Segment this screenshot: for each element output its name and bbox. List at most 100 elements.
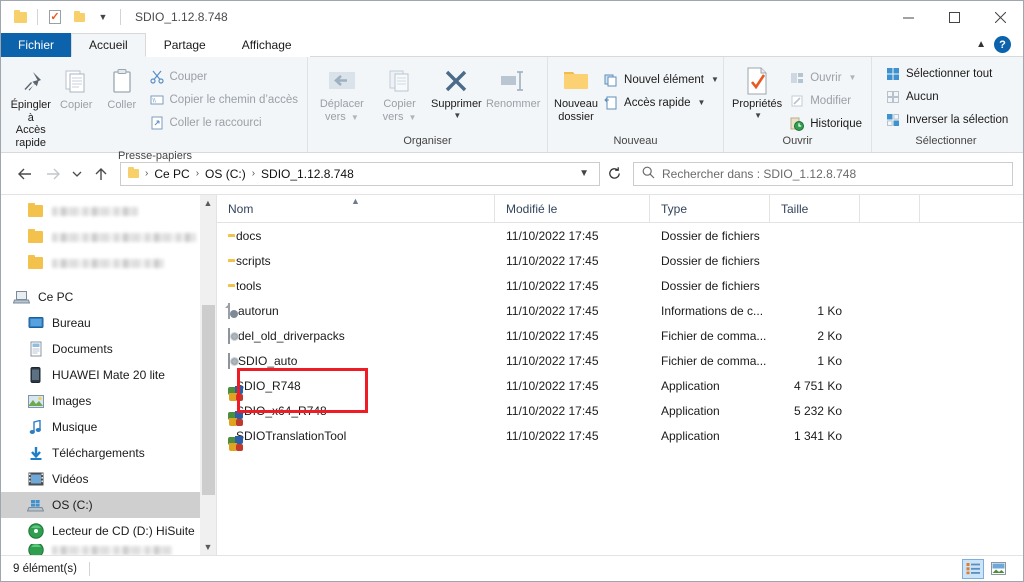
sidebar-item-blurred-2[interactable]: [1, 224, 216, 250]
move-to-button[interactable]: Déplacer vers ▼: [314, 61, 370, 123]
sidebar-item-blurred-3[interactable]: [1, 250, 216, 276]
chevron-up-icon[interactable]: ▲: [204, 195, 213, 211]
table-row[interactable]: del_old_driverpacks 11/10/2022 17:45 Fic…: [217, 323, 1023, 348]
chevron-down-icon[interactable]: ▼: [453, 111, 461, 120]
sidebar-item-blurred-1[interactable]: [1, 198, 216, 224]
table-row[interactable]: SDIO_x64_R748 11/10/2022 17:45 Applicati…: [217, 398, 1023, 426]
chevron-down-icon[interactable]: ▼: [698, 98, 706, 107]
chevron-down-icon[interactable]: ▼: [849, 73, 857, 82]
tab-fichier[interactable]: Fichier: [1, 33, 72, 57]
rename-button[interactable]: Renommer: [485, 61, 541, 111]
sidebar-item-bureau[interactable]: Bureau: [1, 310, 216, 336]
chevron-down-icon[interactable]: ▼: [92, 6, 114, 28]
table-row[interactable]: autorun 11/10/2022 17:45 Informations de…: [217, 298, 1023, 323]
refresh-button[interactable]: [600, 162, 628, 186]
explorer-window: ✓ ▼ SDIO_1.12.8.748 Fichier Accueil Part…: [0, 0, 1024, 582]
sidebar-item-lecteur-cd-d[interactable]: Lecteur de CD (D:) HiSuite: [1, 518, 216, 544]
easy-access-icon: [603, 95, 619, 111]
help-button[interactable]: ?: [994, 36, 1011, 53]
sidebar-item-huawei-mate-20-lite[interactable]: HUAWEI Mate 20 lite: [1, 362, 216, 388]
chevron-down-icon[interactable]: ▼: [579, 168, 595, 179]
system-menu-folder-icon[interactable]: [9, 6, 31, 28]
delete-button[interactable]: Supprimer ▼: [429, 61, 483, 120]
breadcrumb-current-folder[interactable]: SDIO_1.12.8.748: [258, 167, 357, 181]
sidebar-item-documents[interactable]: Documents: [1, 336, 216, 362]
large-icons-view-button[interactable]: [987, 559, 1009, 579]
file-name-cell[interactable]: scripts: [217, 254, 495, 268]
column-header-spacer[interactable]: [860, 194, 920, 223]
copy-button[interactable]: Copier: [55, 62, 99, 112]
drive-icon: [27, 497, 44, 513]
tab-accueil[interactable]: Accueil: [71, 33, 146, 57]
sidebar-item-ce-pc[interactable]: Ce PC: [1, 284, 216, 310]
chevron-up-icon[interactable]: ▲: [976, 39, 986, 50]
table-row[interactable]: SDIOTranslationTool 11/10/2022 17:45 App…: [217, 423, 1023, 451]
chevron-down-icon[interactable]: ▼: [711, 75, 719, 84]
tab-affichage[interactable]: Affichage: [223, 33, 310, 57]
column-header-nom[interactable]: ▲ Nom: [217, 194, 495, 223]
file-size-cell: 5 232 Ko: [793, 403, 842, 418]
search-input[interactable]: Rechercher dans : SDIO_1.12.8.748: [662, 167, 856, 181]
file-name-cell[interactable]: SDIOTranslationTool: [217, 429, 495, 451]
sidebar-item-images[interactable]: Images: [1, 388, 216, 414]
chevron-down-icon[interactable]: ▼: [204, 539, 213, 555]
open-button[interactable]: Ouvrir ▼: [786, 67, 865, 88]
invert-selection-button[interactable]: Inverser la sélection: [882, 109, 1011, 130]
breadcrumb-ce-pc[interactable]: Ce PC: [151, 167, 192, 181]
new-folder-icon[interactable]: [68, 6, 90, 28]
search-box[interactable]: Rechercher dans : SDIO_1.12.8.748: [633, 161, 1013, 186]
sidebar-item-musique[interactable]: Musique: [1, 414, 216, 440]
file-name-cell[interactable]: autorun: [217, 302, 495, 319]
window-controls: [885, 1, 1023, 33]
table-row[interactable]: tools 11/10/2022 17:45 Dossier de fichie…: [217, 273, 1023, 298]
select-none-button[interactable]: Aucun: [882, 86, 1011, 107]
edit-button[interactable]: Modifier: [786, 90, 865, 111]
breadcrumb-folder-icon[interactable]: [125, 167, 142, 178]
table-row[interactable]: SDIO_auto 11/10/2022 17:45 Fichier de co…: [217, 348, 1023, 373]
properties-icon[interactable]: ✓: [44, 6, 66, 28]
select-all-button[interactable]: Sélectionner tout: [882, 63, 1011, 84]
file-modified-cell: 11/10/2022 17:45: [506, 303, 599, 318]
divider: [88, 561, 90, 576]
table-row[interactable]: docs 11/10/2022 17:45 Dossier de fichier…: [217, 223, 1023, 248]
chevron-down-icon[interactable]: ▼: [754, 111, 762, 120]
pin-to-quick-access-button[interactable]: Épingler à Accès rapide: [9, 62, 53, 150]
properties-button[interactable]: Propriétés ▼: [730, 61, 784, 120]
tab-partage[interactable]: Partage: [145, 33, 224, 57]
copy-to-button[interactable]: Copier vers ▼: [372, 61, 428, 123]
file-name-cell[interactable]: del_old_driverpacks: [217, 327, 495, 344]
file-name-cell[interactable]: SDIO_x64_R748: [217, 404, 495, 426]
breadcrumb-separator: ›: [251, 168, 256, 179]
maximize-button[interactable]: [931, 1, 977, 33]
table-row[interactable]: scripts 11/10/2022 17:45 Dossier de fich…: [217, 248, 1023, 273]
paste-shortcut-button[interactable]: Coller le raccourci: [146, 112, 301, 133]
column-header-taille[interactable]: Taille: [770, 194, 860, 223]
file-list-pane: ▲ Nom Modifié le Type Taille docs 11/10/…: [217, 194, 1023, 555]
paste-button[interactable]: Coller: [100, 62, 144, 112]
file-name-cell[interactable]: docs: [217, 229, 495, 243]
sidebar-item-os-c[interactable]: OS (C:): [1, 492, 216, 518]
file-name-cell[interactable]: tools: [217, 279, 495, 293]
history-button[interactable]: Historique: [786, 113, 865, 134]
column-header-type[interactable]: Type: [650, 194, 770, 223]
scrollbar-thumb[interactable]: [202, 305, 215, 495]
file-name-cell[interactable]: SDIO_auto: [217, 352, 495, 369]
details-view-button[interactable]: [962, 558, 984, 579]
open-label: Ouvrir: [810, 71, 842, 84]
breadcrumb-separator: ›: [195, 168, 200, 179]
copy-path-button[interactable]: \\ Copier le chemin d’accès: [146, 89, 301, 110]
view-mode-buttons: [962, 558, 1017, 579]
breadcrumb-os-c[interactable]: OS (C:): [202, 167, 249, 181]
sidebar-item-partial[interactable]: [1, 544, 216, 555]
new-item-button[interactable]: Nouvel élément ▼: [600, 69, 722, 90]
column-header-modifie-le[interactable]: Modifié le: [495, 194, 650, 223]
easy-access-button[interactable]: Accès rapide ▼: [600, 92, 722, 113]
table-row[interactable]: SDIO_R748 11/10/2022 17:45 Application 4…: [217, 373, 1023, 401]
cut-button[interactable]: Couper: [146, 66, 301, 87]
sidebar-item-telechargements[interactable]: Téléchargements: [1, 440, 216, 466]
close-button[interactable]: [977, 1, 1023, 33]
file-name-cell[interactable]: SDIO_R748: [217, 379, 495, 401]
new-folder-button[interactable]: Nouveau dossier: [554, 61, 598, 123]
sidebar-item-videos[interactable]: Vidéos: [1, 466, 216, 492]
minimize-button[interactable]: [885, 1, 931, 33]
